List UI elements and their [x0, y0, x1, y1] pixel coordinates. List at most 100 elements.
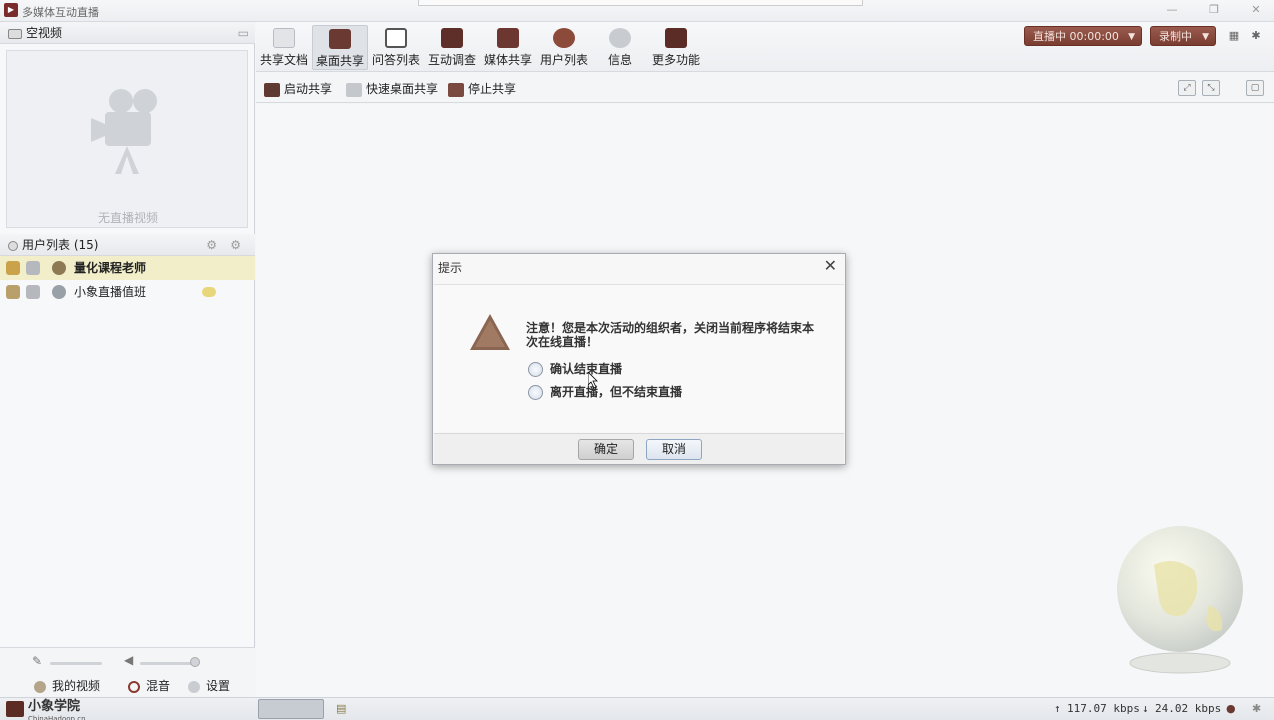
user-list-title: 用户列表 (15) — [22, 238, 99, 252]
ok-button[interactable]: 确定 — [578, 439, 634, 460]
start-share-button[interactable]: 启动共享 — [264, 80, 332, 98]
brand-icon — [6, 701, 24, 717]
minimize-icon[interactable]: — — [1165, 3, 1179, 17]
speaker-volume-slider[interactable] — [140, 662, 196, 665]
settings-button[interactable]: 设置 — [188, 676, 230, 696]
app-logo-icon: ▶ — [4, 3, 18, 17]
tool-share-document[interactable]: 共享文档 — [256, 25, 312, 70]
mic-icon — [6, 285, 20, 299]
my-video-label: 我的视频 — [52, 679, 101, 693]
record-status-label: 录制中 — [1159, 30, 1192, 43]
fullscreen-icon[interactable]: ⤢ — [1178, 80, 1196, 96]
close-window-icon[interactable]: ✕ — [1249, 3, 1263, 17]
quick-share-button[interactable]: 快速桌面共享 — [346, 80, 438, 98]
close-icon[interactable]: ✕ — [824, 256, 837, 275]
live-status-dropdown[interactable]: 直播中 00:00:00 ▼ — [1024, 26, 1142, 46]
mic-volume-slider[interactable] — [50, 662, 102, 665]
settings-label: 设置 — [206, 679, 231, 693]
no-video-label: 无直播视频 — [97, 211, 158, 225]
mix-icon — [128, 680, 140, 693]
user-filter-icon[interactable]: ⚙ — [230, 234, 241, 256]
camera-icon — [91, 89, 157, 174]
desktop-share-icon — [329, 29, 351, 49]
user-row[interactable]: 量化课程老师 — [0, 256, 255, 280]
confirm-dialog: 提示 ✕ 注意！您是本次活动的组织者，关闭当前程序将结束本次在线直播！ 确认结束… — [432, 253, 846, 465]
tool-more[interactable]: 更多功能 — [648, 25, 704, 70]
tool-label: 桌面共享 — [315, 54, 364, 68]
leave-live-radio[interactable] — [528, 385, 543, 400]
notes-icon[interactable]: ▤ — [336, 698, 346, 720]
dialog-footer: 确定 取消 — [434, 433, 844, 464]
tool-info[interactable]: 信息 — [592, 25, 648, 70]
tool-label: 互动调查 — [427, 53, 476, 67]
info-icon — [609, 28, 631, 48]
upload-rate: 117.07 kbps — [1067, 702, 1140, 715]
tool-label: 用户列表 — [539, 53, 588, 67]
tool-qa-list[interactable]: 问答列表 — [368, 25, 424, 70]
microphone-icon[interactable]: ✎ — [32, 654, 42, 668]
status-settings-icon[interactable]: ✱ — [1252, 698, 1261, 720]
tool-label: 共享文档 — [259, 53, 308, 67]
dialog-title: 提示 — [438, 261, 463, 275]
fit-screen-icon[interactable]: ⤡ — [1202, 80, 1220, 96]
stop-share-icon — [448, 82, 464, 97]
stop-share-button[interactable]: 停止共享 — [448, 80, 516, 98]
live-status-label: 直播中 00:00:00 — [1033, 30, 1119, 43]
title-bar: ▶ 多媒体互动直播 — ❐ ✕ — [0, 0, 1274, 22]
status-bar: 小象学院 ChinaHadoop.cn ▤ ↑ 117.07 kbps ↓ 24… — [0, 697, 1274, 720]
more-icon — [665, 28, 687, 48]
chevron-down-icon: ▼ — [1128, 32, 1135, 42]
taskbar-button[interactable] — [258, 699, 324, 719]
speaker-icon[interactable]: ◀ — [124, 653, 133, 667]
my-video-icon — [34, 680, 46, 693]
window-title: 多媒体互动直播 — [22, 6, 99, 19]
tool-desktop-share[interactable]: 桌面共享 — [312, 25, 368, 70]
layout-icon[interactable]: ▦ — [1226, 29, 1242, 43]
tool-survey[interactable]: 互动调查 — [424, 25, 480, 70]
presenter-icon — [52, 261, 66, 275]
restore-icon[interactable]: ❐ — [1207, 3, 1221, 17]
download-rate: 24.02 kbps — [1155, 702, 1222, 715]
mouse-cursor-icon — [588, 372, 598, 388]
start-share-label: 启动共享 — [284, 82, 333, 96]
my-video-button[interactable]: 我的视频 — [34, 676, 100, 696]
quick-share-label: 快速桌面共享 — [366, 82, 439, 96]
monitor-icon — [264, 82, 280, 97]
speaker-volume-knob[interactable] — [190, 657, 200, 667]
end-live-radio[interactable] — [528, 362, 543, 377]
dialog-message: 注意！您是本次活动的组织者，关闭当前程序将结束本次在线直播！ — [526, 321, 815, 349]
document-icon — [273, 28, 295, 48]
leave-live-label: 离开直播，但不结束直播 — [550, 385, 683, 399]
mic-icon — [6, 261, 20, 275]
mix-label: 混音 — [146, 679, 171, 693]
user-settings-icon[interactable]: ⚙ — [206, 234, 217, 256]
camera-off-icon — [26, 285, 40, 299]
user-list-header: 用户列表 (15) ⚙ ⚙ — [0, 234, 255, 256]
tool-user-list[interactable]: 用户列表 — [536, 25, 592, 70]
record-status-dropdown[interactable]: 录制中 ▼ — [1150, 26, 1216, 46]
left-panel: 空视频 ▭ 无直播视频 用户列表 (15) ⚙ ⚙ 量化课程老师 小象直播值班 … — [0, 22, 255, 719]
users-icon — [8, 240, 18, 251]
cancel-button[interactable]: 取消 — [646, 439, 702, 460]
camera-off-icon — [26, 261, 40, 275]
video-panel-title: 空视频 — [26, 26, 63, 40]
tool-label: 更多功能 — [651, 53, 700, 67]
mix-button[interactable]: 混音 — [128, 676, 170, 696]
collapse-icon[interactable]: ▭ — [238, 22, 249, 44]
tool-label: 信息 — [607, 53, 632, 67]
toolbar-settings-icon[interactable]: ✱ — [1248, 29, 1264, 43]
tool-label: 媒体共享 — [483, 53, 532, 67]
tool-media-share[interactable]: 媒体共享 — [480, 25, 536, 70]
user-name: 量化课程老师 — [74, 261, 147, 275]
chat-icon[interactable] — [202, 287, 216, 297]
video-panel-header: 空视频 ▭ — [0, 22, 255, 44]
popout-icon[interactable]: ▢ — [1246, 80, 1264, 96]
end-live-label: 确认结束直播 — [550, 362, 623, 376]
title-tab-strip — [418, 0, 863, 6]
user-name: 小象直播值班 — [74, 285, 147, 299]
video-icon — [8, 28, 22, 39]
user-row[interactable]: 小象直播值班 — [0, 280, 255, 304]
network-icon[interactable]: ● — [1226, 698, 1236, 720]
chevron-down-icon: ▼ — [1202, 32, 1209, 42]
share-subtoolbar: 启动共享 快速桌面共享 停止共享 ⤢ ⤡ ▢ — [256, 73, 1274, 103]
